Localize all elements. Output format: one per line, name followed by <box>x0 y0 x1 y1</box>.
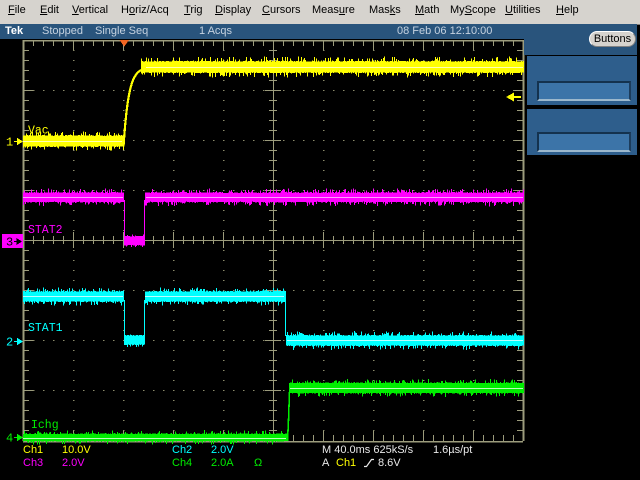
svg-text:STAT2: STAT2 <box>28 224 63 237</box>
svg-text:1: 1 <box>6 136 13 150</box>
svg-text:2: 2 <box>6 336 13 350</box>
svg-text:STAT1: STAT1 <box>28 322 63 335</box>
svg-text:Ichg: Ichg <box>31 419 59 432</box>
svg-text:3: 3 <box>6 236 13 250</box>
svg-text:Vac: Vac <box>28 125 49 138</box>
svg-text:4: 4 <box>6 432 13 446</box>
